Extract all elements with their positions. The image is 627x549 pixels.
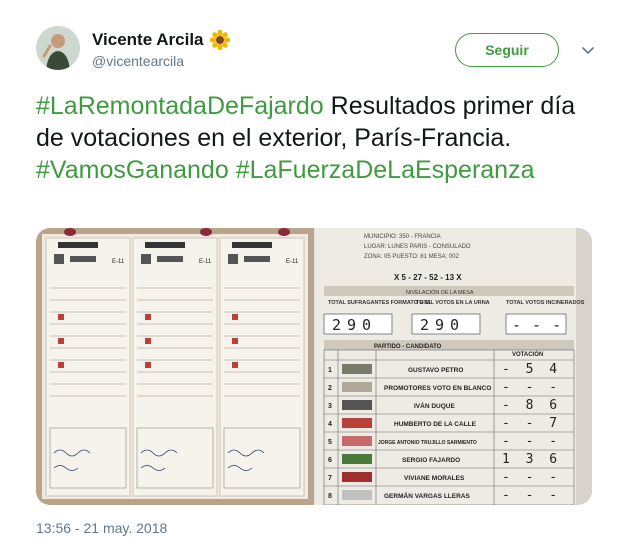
chevron-down-icon[interactable] bbox=[580, 42, 596, 58]
follow-button[interactable]: Seguir bbox=[455, 33, 559, 67]
form-code: X 5 - 27 - 52 - 13 X bbox=[394, 273, 462, 282]
col2-value: 290 bbox=[420, 316, 465, 334]
location-line-3: ZONA: 05 PUESTO: 81 MESA: 002 bbox=[364, 254, 460, 260]
candidate-name: JORGE ANTONIO TRUJILLO SARMIENTO bbox=[378, 440, 477, 446]
vote-header: VOTACIÓN bbox=[512, 350, 543, 358]
vote-count: - - - bbox=[502, 434, 561, 449]
avatar[interactable] bbox=[36, 26, 80, 70]
row-num: 8 bbox=[328, 493, 332, 500]
candidate-name: IVÁN DUQUE bbox=[414, 401, 455, 410]
col1-value: 290 bbox=[332, 316, 377, 334]
vote-count: - - - bbox=[502, 488, 561, 503]
sunflower-icon bbox=[209, 29, 231, 51]
vote-count: 1 3 6 bbox=[502, 452, 561, 467]
tweet-text: #LaRemontadaDeFajardo Resultados primer … bbox=[36, 90, 596, 186]
location-line-1: MUNICIPIO: 350 - FRANCIA bbox=[364, 234, 441, 240]
tweet-header: Vicente Arcila @vicentearcila Seguir bbox=[0, 0, 627, 80]
col3-value: - - - bbox=[512, 316, 562, 334]
row-num: 5 bbox=[328, 439, 332, 446]
author-name[interactable]: Vicente Arcila bbox=[92, 30, 204, 50]
photo-results-form[interactable]: MUNICIPIO: 350 - FRANCIA LUGAR: LUNES PA… bbox=[316, 228, 592, 505]
form-sheets bbox=[45, 237, 305, 497]
form-header-3: E-11 bbox=[286, 259, 299, 265]
hashtag-link[interactable]: #LaRemontadaDeFajardo bbox=[36, 92, 324, 120]
row-num: 2 bbox=[328, 385, 332, 392]
vote-count: - 5 4 bbox=[502, 362, 561, 377]
author-handle[interactable]: @vicentearcila bbox=[92, 53, 184, 69]
candidate-name: SERGIO FAJARDO bbox=[402, 457, 460, 464]
candidate-name: GUSTAVO PETRO bbox=[408, 367, 463, 374]
section-title: NIVELACIÓN DE LA MESA bbox=[406, 289, 474, 296]
photo-tally-forms[interactable]: E-11 E-11 E-11 bbox=[36, 228, 314, 505]
col3-label: TOTAL VOTOS INCINERADOS bbox=[506, 300, 585, 306]
candidate-name: HUMBERTO DE LA CALLE bbox=[394, 421, 477, 428]
row-num: 6 bbox=[328, 457, 332, 464]
author-name-row: Vicente Arcila bbox=[92, 29, 231, 51]
candidate-name: GERMÁN VARGAS LLERAS bbox=[384, 491, 470, 500]
row-num: 3 bbox=[328, 403, 332, 410]
candidate-name: VIVIANE MORALES bbox=[404, 475, 465, 482]
vote-count: - 8 6 bbox=[502, 398, 561, 413]
hashtag-link[interactable]: #VamosGanando bbox=[36, 156, 229, 184]
vote-count: - - - bbox=[502, 380, 561, 395]
form-header-2: E-11 bbox=[199, 259, 212, 265]
location-line-2: LUGAR: LUNES PARIS - CONSULADO bbox=[364, 244, 471, 250]
col2-label: TOTAL VOTOS EN LA URNA bbox=[416, 300, 490, 306]
form-header-1: E-11 bbox=[112, 259, 125, 265]
vote-count: - - - bbox=[502, 470, 561, 485]
row-num: 4 bbox=[328, 421, 332, 428]
candidate-name: PROMOTORES VOTO EN BLANCO bbox=[384, 385, 491, 392]
hashtag-link[interactable]: #LaFuerzaDeLaEsperanza bbox=[236, 156, 535, 184]
tweet-media: E-11 E-11 E-11 MUNICIPIO: 350 - FRANCIA … bbox=[36, 228, 592, 505]
row-num: 1 bbox=[328, 367, 332, 374]
tweet-space bbox=[229, 156, 236, 184]
row-num: 7 bbox=[328, 475, 332, 482]
tweet-timestamp[interactable]: 13:56 - 21 may. 2018 bbox=[36, 520, 167, 536]
party-header: PARTIDO - CANDIDATO bbox=[374, 344, 442, 350]
vote-count: - - 7 bbox=[502, 416, 561, 431]
